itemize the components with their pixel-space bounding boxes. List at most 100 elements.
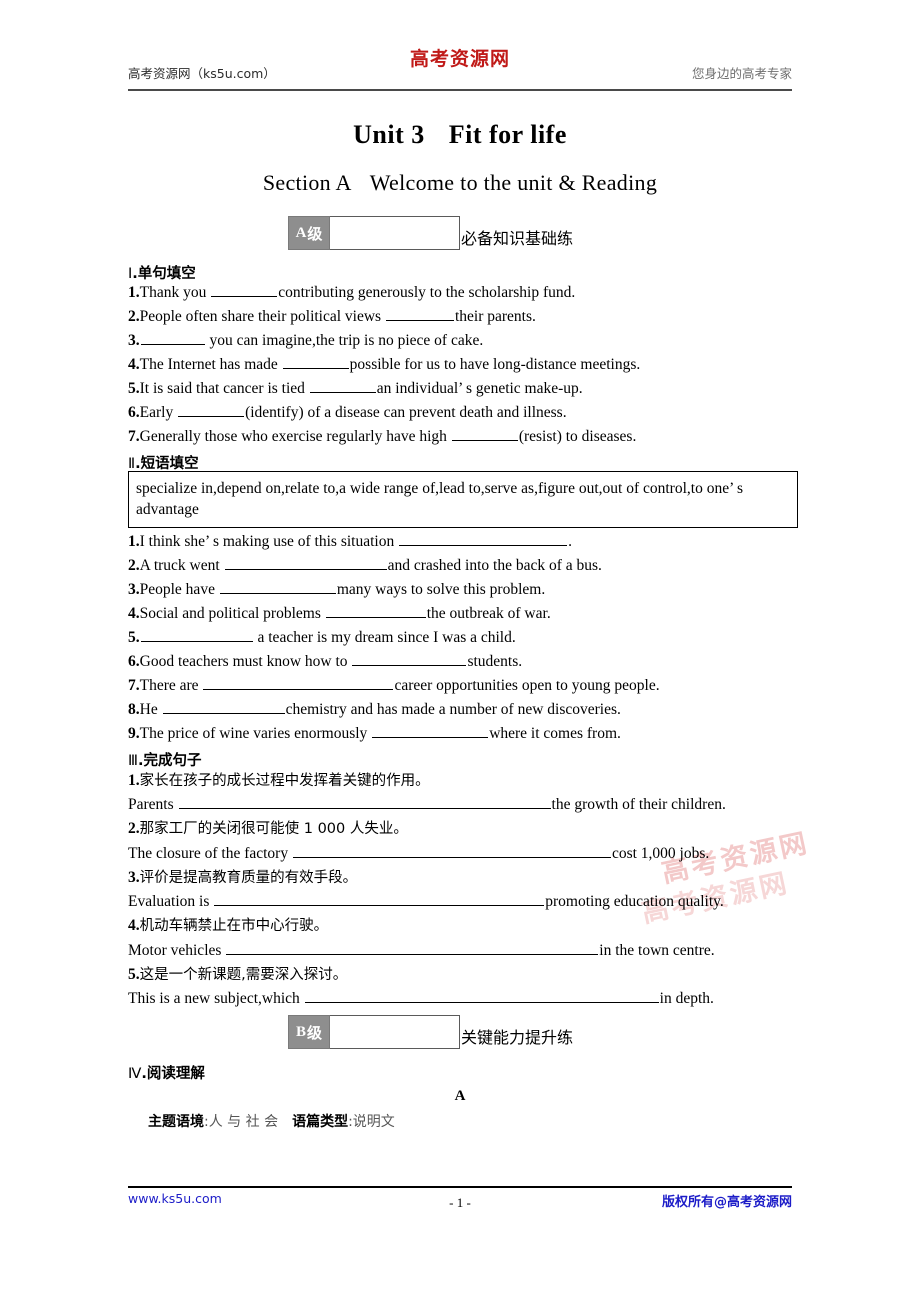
level-b-tag: B级 xyxy=(288,1015,330,1049)
level-a-box xyxy=(330,216,460,250)
question-1-6: 6.Early (identify) of a disease can prev… xyxy=(128,404,567,421)
level-a-tag: A级 xyxy=(288,216,330,250)
q-number: 4. xyxy=(128,356,140,373)
q-text-post: and crashed into the back of a bus. xyxy=(387,557,602,574)
level-b-letter: B xyxy=(295,1023,306,1040)
answer-blank[interactable] xyxy=(372,726,489,738)
footer-divider xyxy=(128,1186,792,1188)
q-text-post: contributing generously to the scholarsh… xyxy=(278,284,576,301)
answer-blank[interactable] xyxy=(325,606,426,618)
q-number: 1. xyxy=(128,284,140,301)
unit-name: Fit for life xyxy=(448,120,567,149)
section-heading-2: Ⅱ.短语填空 xyxy=(128,452,199,473)
question-2-5: 5. a teacher is my dream since I was a c… xyxy=(128,629,516,646)
q-text-pre: Good teachers must know how to xyxy=(139,653,352,670)
passage-meta: 主题语境:人 与 社 会语篇类型:说明文 xyxy=(148,1111,395,1131)
q-number: 3. xyxy=(128,869,140,886)
header-right-text: 您身边的高考专家 xyxy=(691,66,792,81)
answer-blank[interactable] xyxy=(203,678,394,690)
answer-blank[interactable] xyxy=(211,285,278,297)
answer-blank[interactable] xyxy=(219,582,336,594)
q-text-pre: People have xyxy=(139,581,219,598)
question-3-1-en: Parents the growth of their children. xyxy=(128,796,726,813)
q-text-pre: A truck went xyxy=(139,557,224,574)
unit-title: Unit 3 Fit for life xyxy=(128,120,792,150)
answer-blank[interactable] xyxy=(162,702,285,714)
q-text-post: the outbreak of war. xyxy=(426,605,551,622)
answer-blank[interactable] xyxy=(309,381,376,393)
q-text-pre: Parents xyxy=(128,796,178,813)
answer-blank[interactable] xyxy=(224,558,387,570)
q-number: 3. xyxy=(128,581,140,598)
answer-blank[interactable] xyxy=(304,991,659,1003)
q-text-pre: Motor vehicles xyxy=(128,942,226,959)
header-divider xyxy=(128,89,792,91)
level-b-cn: 级 xyxy=(307,1023,323,1042)
section-title: Section A Welcome to the unit & Reading xyxy=(128,170,792,196)
section-3-title: .完成句子 xyxy=(138,753,202,769)
section-3-roman: Ⅲ xyxy=(128,753,138,769)
q-chinese-prompt: 机动车辆禁止在市中心行驶。 xyxy=(139,918,329,934)
text-type-label: 语篇类型 xyxy=(292,1114,349,1130)
q-text-pre: I think she’ s making use of this situat… xyxy=(139,533,399,550)
q-number: 2. xyxy=(128,308,140,325)
answer-blank[interactable] xyxy=(385,309,454,321)
question-2-4: 4.Social and political problems the outb… xyxy=(128,605,551,622)
q-text-post: cost 1,000 jobs. xyxy=(611,845,710,862)
q-number: 2. xyxy=(128,820,140,837)
q-text-post: students. xyxy=(467,653,523,670)
question-1-1: 1.Thank you contributing generously to t… xyxy=(128,284,575,301)
question-1-3: 3. you can imagine,the trip is no piece … xyxy=(128,332,483,349)
theme-label: 主题语境 xyxy=(148,1114,204,1130)
answer-blank[interactable] xyxy=(140,333,205,345)
answer-blank[interactable] xyxy=(140,630,253,642)
answer-blank[interactable] xyxy=(451,429,518,441)
q-text-pre: Evaluation is xyxy=(128,893,214,910)
section-heading-1: Ⅰ.单句填空 xyxy=(128,262,196,283)
answer-blank[interactable] xyxy=(399,534,568,546)
question-1-2: 2.People often share their political vie… xyxy=(128,308,536,325)
level-b-label: 关键能力提升练 xyxy=(461,1028,574,1047)
q-text-pre: Social and political problems xyxy=(139,605,325,622)
section-2-title: .短语填空 xyxy=(135,456,199,472)
question-2-1: 1.I think she’ s making use of this situ… xyxy=(128,533,572,550)
q-text-pre: Thank you xyxy=(139,284,211,301)
section-heading-3: Ⅲ.完成句子 xyxy=(128,749,202,770)
q-number: 8. xyxy=(128,701,140,718)
question-3-2-en: The closure of the factory cost 1,000 jo… xyxy=(128,845,709,862)
q-text-post: an individual’ s genetic make-up. xyxy=(376,380,583,397)
q-text-pre: It is said that cancer is tied xyxy=(139,380,309,397)
question-1-5: 5.It is said that cancer is tied an indi… xyxy=(128,380,583,397)
question-3-4-en: Motor vehicles in the town centre. xyxy=(128,942,715,959)
question-1-4: 4.The Internet has made possible for us … xyxy=(128,356,640,373)
question-3-2-cn: 2.那家工厂的关闭很可能使 1 000 人失业。 xyxy=(128,820,408,838)
q-text-post: career opportunities open to young peopl… xyxy=(394,677,660,694)
header-left-text: 高考资源网（ks5u.com） xyxy=(128,66,276,81)
answer-blank[interactable] xyxy=(178,405,245,417)
answer-blank[interactable] xyxy=(282,357,349,369)
question-2-7: 7.There are career opportunities open to… xyxy=(128,677,660,694)
q-text-post: . xyxy=(568,533,572,550)
q-chinese-prompt: 这是一个新课题,需要深入探讨。 xyxy=(139,967,348,983)
q-number: 6. xyxy=(128,653,140,670)
q-number: 3. xyxy=(128,332,140,349)
q-number: 5. xyxy=(128,966,140,983)
question-1-7: 7.Generally those who exercise regularly… xyxy=(128,428,636,445)
q-text-post: where it comes from. xyxy=(489,725,621,742)
question-2-9: 9.The price of wine varies enormously wh… xyxy=(128,725,621,742)
q-text-pre: The price of wine varies enormously xyxy=(139,725,372,742)
q-text-pre: The Internet has made xyxy=(139,356,282,373)
answer-blank[interactable] xyxy=(292,846,611,858)
q-number: 4. xyxy=(128,917,140,934)
answer-blank[interactable] xyxy=(352,654,467,666)
q-text-post: (identify) of a disease can prevent deat… xyxy=(245,404,567,421)
q-number: 5. xyxy=(128,629,140,646)
answer-blank[interactable] xyxy=(226,943,599,955)
answer-blank[interactable] xyxy=(178,797,551,809)
answer-blank[interactable] xyxy=(214,894,545,906)
section-number: Section A xyxy=(262,170,352,195)
level-a-label: 必备知识基础练 xyxy=(461,229,574,248)
section-4-title: .阅读理解 xyxy=(141,1066,205,1082)
section-1-title: .单句填空 xyxy=(132,266,196,282)
q-number: 1. xyxy=(128,772,140,789)
